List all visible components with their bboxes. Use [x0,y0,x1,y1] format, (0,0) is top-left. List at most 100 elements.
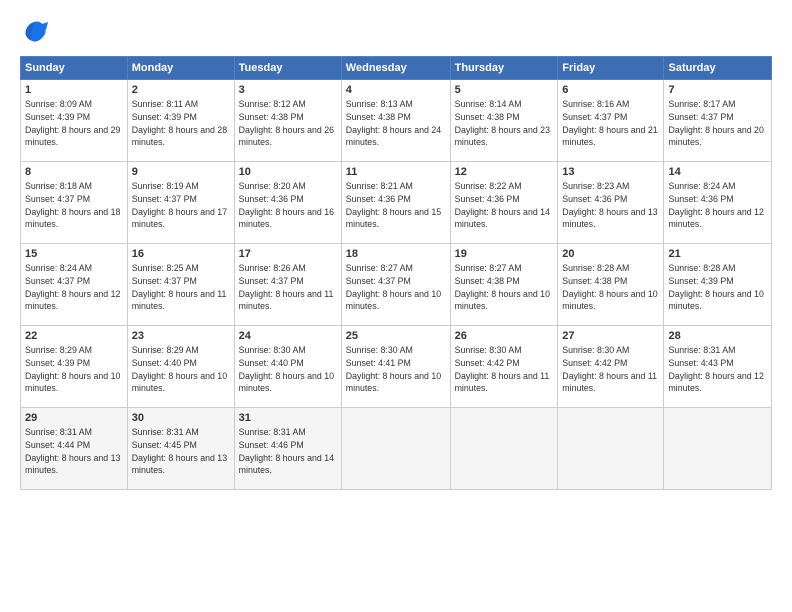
day-info: Sunrise: 8:29 AMSunset: 4:40 PMDaylight:… [132,344,230,395]
calendar-header-monday: Monday [127,57,234,80]
day-info: Sunrise: 8:30 AMSunset: 4:41 PMDaylight:… [346,344,446,395]
calendar-cell: 26 Sunrise: 8:30 AMSunset: 4:42 PMDayligh… [450,326,558,408]
day-info: Sunrise: 8:31 AMSunset: 4:43 PMDaylight:… [668,344,767,395]
calendar-cell: 23 Sunrise: 8:29 AMSunset: 4:40 PMDayligh… [127,326,234,408]
day-number: 16 [132,248,230,260]
day-number: 29 [25,412,123,424]
calendar-cell: 14 Sunrise: 8:24 AMSunset: 4:36 PMDayligh… [664,162,772,244]
day-info: Sunrise: 8:30 AMSunset: 4:42 PMDaylight:… [455,344,554,395]
day-info: Sunrise: 8:28 AMSunset: 4:39 PMDaylight:… [668,262,767,313]
calendar-cell [558,408,664,490]
day-info: Sunrise: 8:13 AMSunset: 4:38 PMDaylight:… [346,98,446,149]
day-number: 4 [346,84,446,96]
day-info: Sunrise: 8:30 AMSunset: 4:40 PMDaylight:… [239,344,337,395]
calendar-header-sunday: Sunday [21,57,128,80]
day-info: Sunrise: 8:27 AMSunset: 4:38 PMDaylight:… [455,262,554,313]
calendar-header-wednesday: Wednesday [341,57,450,80]
calendar-cell: 15 Sunrise: 8:24 AMSunset: 4:37 PMDayligh… [21,244,128,326]
day-number: 23 [132,330,230,342]
day-number: 13 [562,166,659,178]
calendar-cell: 4 Sunrise: 8:13 AMSunset: 4:38 PMDaylight… [341,80,450,162]
day-info: Sunrise: 8:21 AMSunset: 4:36 PMDaylight:… [346,180,446,231]
calendar-cell [341,408,450,490]
day-number: 1 [25,84,123,96]
day-info: Sunrise: 8:31 AMSunset: 4:45 PMDaylight:… [132,426,230,477]
calendar-week-2: 8 Sunrise: 8:18 AMSunset: 4:37 PMDaylight… [21,162,772,244]
calendar-cell: 29 Sunrise: 8:31 AMSunset: 4:44 PMDayligh… [21,408,128,490]
day-number: 5 [455,84,554,96]
calendar-cell: 11 Sunrise: 8:21 AMSunset: 4:36 PMDayligh… [341,162,450,244]
day-number: 31 [239,412,337,424]
calendar-cell: 28 Sunrise: 8:31 AMSunset: 4:43 PMDayligh… [664,326,772,408]
day-number: 9 [132,166,230,178]
day-info: Sunrise: 8:31 AMSunset: 4:44 PMDaylight:… [25,426,123,477]
day-number: 30 [132,412,230,424]
day-number: 26 [455,330,554,342]
calendar-header-saturday: Saturday [664,57,772,80]
day-number: 28 [668,330,767,342]
calendar-header-thursday: Thursday [450,57,558,80]
calendar-cell: 16 Sunrise: 8:25 AMSunset: 4:37 PMDayligh… [127,244,234,326]
calendar-cell: 3 Sunrise: 8:12 AMSunset: 4:38 PMDaylight… [234,80,341,162]
day-info: Sunrise: 8:28 AMSunset: 4:38 PMDaylight:… [562,262,659,313]
day-number: 24 [239,330,337,342]
day-info: Sunrise: 8:24 AMSunset: 4:37 PMDaylight:… [25,262,123,313]
day-number: 18 [346,248,446,260]
day-info: Sunrise: 8:16 AMSunset: 4:37 PMDaylight:… [562,98,659,149]
logo [20,18,50,46]
day-number: 14 [668,166,767,178]
day-info: Sunrise: 8:23 AMSunset: 4:36 PMDaylight:… [562,180,659,231]
header [20,18,772,46]
day-number: 12 [455,166,554,178]
calendar-cell: 24 Sunrise: 8:30 AMSunset: 4:40 PMDayligh… [234,326,341,408]
calendar-cell: 22Sunrise: 8:29 AMSunset: 4:39 PMDayligh… [21,326,128,408]
calendar-cell: 1 Sunrise: 8:09 AMSunset: 4:39 PMDaylight… [21,80,128,162]
day-info: Sunrise: 8:09 AMSunset: 4:39 PMDaylight:… [25,98,123,149]
day-info: Sunrise: 8:19 AMSunset: 4:37 PMDaylight:… [132,180,230,231]
day-info: Sunrise: 8:18 AMSunset: 4:37 PMDaylight:… [25,180,123,231]
day-info: Sunrise: 8:17 AMSunset: 4:37 PMDaylight:… [668,98,767,149]
day-info: Sunrise: 8:22 AMSunset: 4:36 PMDaylight:… [455,180,554,231]
day-number: 17 [239,248,337,260]
calendar-week-3: 15 Sunrise: 8:24 AMSunset: 4:37 PMDayligh… [21,244,772,326]
day-number: 8 [25,166,123,178]
day-info: Sunrise: 8:31 AMSunset: 4:46 PMDaylight:… [239,426,337,477]
day-info: Sunrise: 8:24 AMSunset: 4:36 PMDaylight:… [668,180,767,231]
calendar-week-5: 29 Sunrise: 8:31 AMSunset: 4:44 PMDayligh… [21,408,772,490]
calendar-cell: 20 Sunrise: 8:28 AMSunset: 4:38 PMDayligh… [558,244,664,326]
day-number: 7 [668,84,767,96]
calendar-table: SundayMondayTuesdayWednesdayThursdayFrid… [20,56,772,490]
day-info: Sunrise: 8:14 AMSunset: 4:38 PMDaylight:… [455,98,554,149]
calendar-cell: 18 Sunrise: 8:27 AMSunset: 4:37 PMDayligh… [341,244,450,326]
day-number: 20 [562,248,659,260]
calendar-cell: 2Sunrise: 8:11 AMSunset: 4:39 PMDaylight… [127,80,234,162]
day-number: 11 [346,166,446,178]
calendar-week-1: 1 Sunrise: 8:09 AMSunset: 4:39 PMDaylight… [21,80,772,162]
calendar-cell: 31 Sunrise: 8:31 AMSunset: 4:46 PMDayligh… [234,408,341,490]
day-number: 15 [25,248,123,260]
calendar-header-row: SundayMondayTuesdayWednesdayThursdayFrid… [21,57,772,80]
calendar-cell: 7 Sunrise: 8:17 AMSunset: 4:37 PMDaylight… [664,80,772,162]
calendar-header-friday: Friday [558,57,664,80]
day-number: 10 [239,166,337,178]
calendar-cell: 10Sunrise: 8:20 AMSunset: 4:36 PMDayligh… [234,162,341,244]
day-number: 19 [455,248,554,260]
day-info: Sunrise: 8:12 AMSunset: 4:38 PMDaylight:… [239,98,337,149]
calendar-cell: 12 Sunrise: 8:22 AMSunset: 4:36 PMDayligh… [450,162,558,244]
calendar-cell: 30 Sunrise: 8:31 AMSunset: 4:45 PMDayligh… [127,408,234,490]
calendar-cell: 8 Sunrise: 8:18 AMSunset: 4:37 PMDaylight… [21,162,128,244]
day-info: Sunrise: 8:30 AMSunset: 4:42 PMDaylight:… [562,344,659,395]
logo-icon [20,18,48,46]
calendar-cell: 21 Sunrise: 8:28 AMSunset: 4:39 PMDayligh… [664,244,772,326]
day-info: Sunrise: 8:25 AMSunset: 4:37 PMDaylight:… [132,262,230,313]
day-number: 6 [562,84,659,96]
day-number: 2 [132,84,230,96]
day-number: 3 [239,84,337,96]
day-info: Sunrise: 8:29 AMSunset: 4:39 PMDaylight:… [25,344,123,395]
calendar-cell [450,408,558,490]
day-number: 25 [346,330,446,342]
day-info: Sunrise: 8:27 AMSunset: 4:37 PMDaylight:… [346,262,446,313]
day-number: 21 [668,248,767,260]
day-info: Sunrise: 8:26 AMSunset: 4:37 PMDaylight:… [239,262,337,313]
calendar-cell [664,408,772,490]
